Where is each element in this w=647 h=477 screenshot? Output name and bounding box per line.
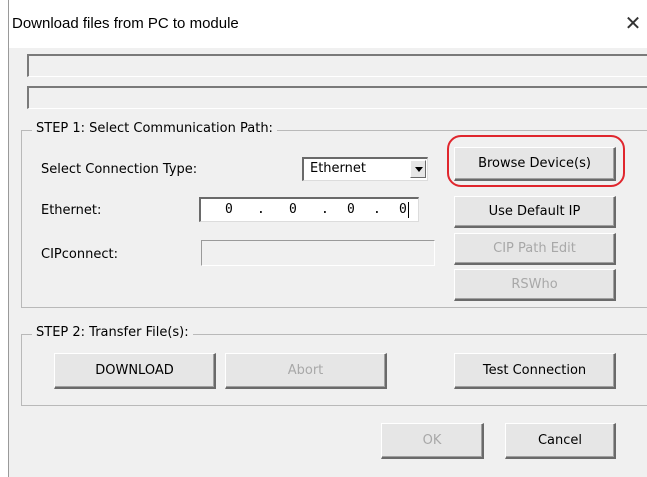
ethernet-label: Ethernet: xyxy=(41,203,102,218)
connection-type-value: Ethernet xyxy=(310,161,366,176)
step1-legend: STEP 1: Select Communication Path: xyxy=(32,121,277,136)
test-connection-button[interactable]: Test Connection xyxy=(454,353,616,389)
abort-button: Abort xyxy=(225,353,387,389)
ip-dot-1: . xyxy=(257,202,265,217)
text-caret xyxy=(408,202,409,218)
status-field-2 xyxy=(27,86,647,109)
ip-octet-2: 0 xyxy=(289,202,297,217)
download-button[interactable]: DOWNLOAD xyxy=(54,353,216,389)
ip-address-field[interactable]: 0 . 0 . 0 . 0 xyxy=(199,197,419,222)
download-dialog: Download files from PC to module ✕ STEP … xyxy=(8,0,647,477)
rswho-button: RSWho xyxy=(454,269,616,301)
ip-octet-4: 0 xyxy=(399,202,407,217)
connection-type-label: Select Connection Type: xyxy=(41,162,198,177)
browse-devices-button[interactable]: Browse Device(s) xyxy=(454,147,616,181)
chevron-down-icon[interactable] xyxy=(410,160,426,178)
step2-legend: STEP 2: Transfer File(s): xyxy=(32,325,193,340)
ip-octet-3: 0 xyxy=(347,202,355,217)
cancel-button[interactable]: Cancel xyxy=(505,423,616,459)
connection-type-select[interactable]: Ethernet xyxy=(302,157,428,181)
title-bar: Download files from PC to module ✕ xyxy=(9,0,647,48)
use-default-ip-button[interactable]: Use Default IP xyxy=(454,196,616,228)
cipconnect-field xyxy=(201,240,435,266)
cip-path-edit-button: CIP Path Edit xyxy=(454,233,616,265)
ip-dot-2: . xyxy=(321,202,329,217)
cipconnect-label: CIPconnect: xyxy=(41,247,118,262)
close-icon[interactable]: ✕ xyxy=(621,12,645,36)
ip-dot-3: . xyxy=(373,202,381,217)
ip-octet-1: 0 xyxy=(225,202,233,217)
ok-button: OK xyxy=(381,423,484,459)
status-field-1 xyxy=(27,54,647,77)
window-title: Download files from PC to module xyxy=(12,15,239,32)
